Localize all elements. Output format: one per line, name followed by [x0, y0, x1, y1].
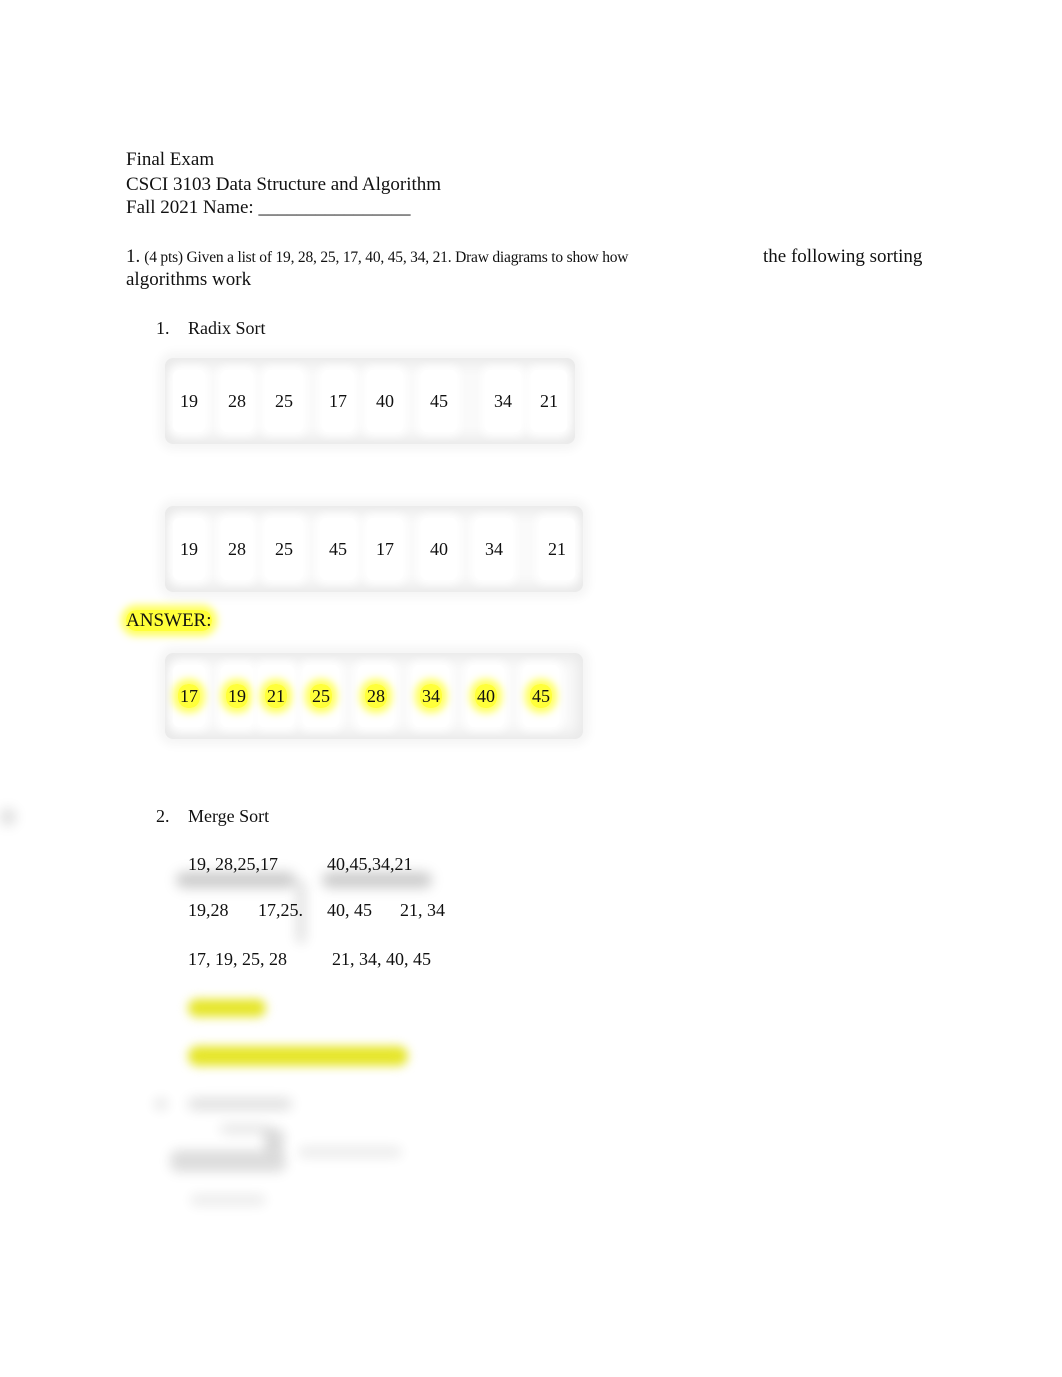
merge-pair: 21, 34 [400, 900, 445, 920]
term-name-line: Fall 2021 Name: ________________ [126, 197, 411, 218]
array-cell: 34 [485, 370, 521, 432]
array-cell: 40 [367, 370, 403, 432]
array-cell: 45 [320, 518, 356, 580]
merge-pair: 19,28 [188, 900, 229, 920]
array-cell: 19 [173, 370, 205, 432]
radix-answer-row: 17 19 21 25 28 34 40 45 [165, 653, 583, 739]
question-prompt-tail: the following sorting [763, 246, 923, 267]
radix-row-1: 19 28 25 17 40 45 34 21 [165, 358, 575, 444]
obscured-item-label [188, 1098, 292, 1110]
question-prompt: (4 pts) Given a list of 19, 28, 25, 17, … [144, 249, 629, 266]
obscured-diagram-part [170, 1150, 286, 1172]
answer-value: 40 [475, 684, 497, 708]
answer-label: ANSWER: [126, 610, 212, 632]
radix-sort-label: Radix Sort [188, 318, 266, 338]
array-cell: 21 [531, 370, 567, 432]
merge-split-right: 40,45,34,21 [327, 854, 413, 874]
question-1-prompt: 1. (4 pts) Given a list of 19, 28, 25, 1… [126, 246, 629, 268]
array-cell: 34 [475, 518, 513, 580]
array-cell: 17 [322, 370, 354, 432]
answer-value: 17 [178, 684, 200, 708]
array-cell: 28 [221, 518, 253, 580]
question-number: 1. [126, 246, 141, 267]
array-cell: 17 [367, 518, 403, 580]
array-cell: 25 [265, 370, 303, 432]
answer-value: 19 [226, 684, 248, 708]
question-prompt-line2: algorithms work [126, 269, 252, 290]
answer-cell: 25 [303, 665, 339, 727]
answer-label-text: ANSWER: [126, 610, 212, 631]
answer-value: 34 [420, 684, 442, 708]
answer-cell: 17 [173, 665, 205, 727]
obscured-diagram-text [190, 1194, 266, 1206]
array-cell: 40 [421, 518, 457, 580]
merge-pair: 40, 45 [327, 900, 372, 920]
obscured-item-number [154, 1098, 168, 1110]
obscured-diagram-text [298, 1146, 402, 1158]
array-cell: 25 [265, 518, 303, 580]
radix-row-2: 19 28 25 45 17 40 34 21 [165, 506, 583, 592]
exam-title: Final Exam [126, 149, 215, 170]
answer-cell: 34 [413, 665, 449, 727]
merge-sort-label: Merge Sort [188, 806, 270, 826]
obscured-diagram-part [220, 1124, 270, 1134]
obscured-answer-values [188, 1046, 408, 1066]
answer-cell: 45 [523, 665, 559, 727]
merge-sort-number: 2. [156, 806, 170, 826]
obscured-diagram-part [264, 1128, 284, 1152]
course-title: CSCI 3103 Data Structure and Algorithm [126, 174, 442, 195]
merge-result-right: 21, 34, 40, 45 [332, 949, 431, 969]
merge-split-left: 19, 28,25,17 [188, 854, 278, 874]
array-cell: 45 [421, 370, 457, 432]
answer-value: 21 [265, 684, 287, 708]
answer-value: 28 [365, 684, 387, 708]
answer-cell: 19 [221, 665, 253, 727]
obscured-answer-label [188, 999, 266, 1017]
margin-smudge [0, 808, 16, 826]
answer-cell: 40 [468, 665, 504, 727]
array-cell: 28 [221, 370, 253, 432]
array-cell: 19 [173, 518, 205, 580]
answer-cell: 28 [358, 665, 394, 727]
answer-cell: 21 [258, 665, 294, 727]
array-cell: 21 [539, 518, 575, 580]
answer-value: 25 [310, 684, 332, 708]
merge-result-left: 17, 19, 25, 28 [188, 949, 287, 969]
answer-value: 45 [530, 684, 552, 708]
merge-pair: 17,25. [258, 900, 303, 920]
radix-sort-number: 1. [156, 318, 170, 338]
